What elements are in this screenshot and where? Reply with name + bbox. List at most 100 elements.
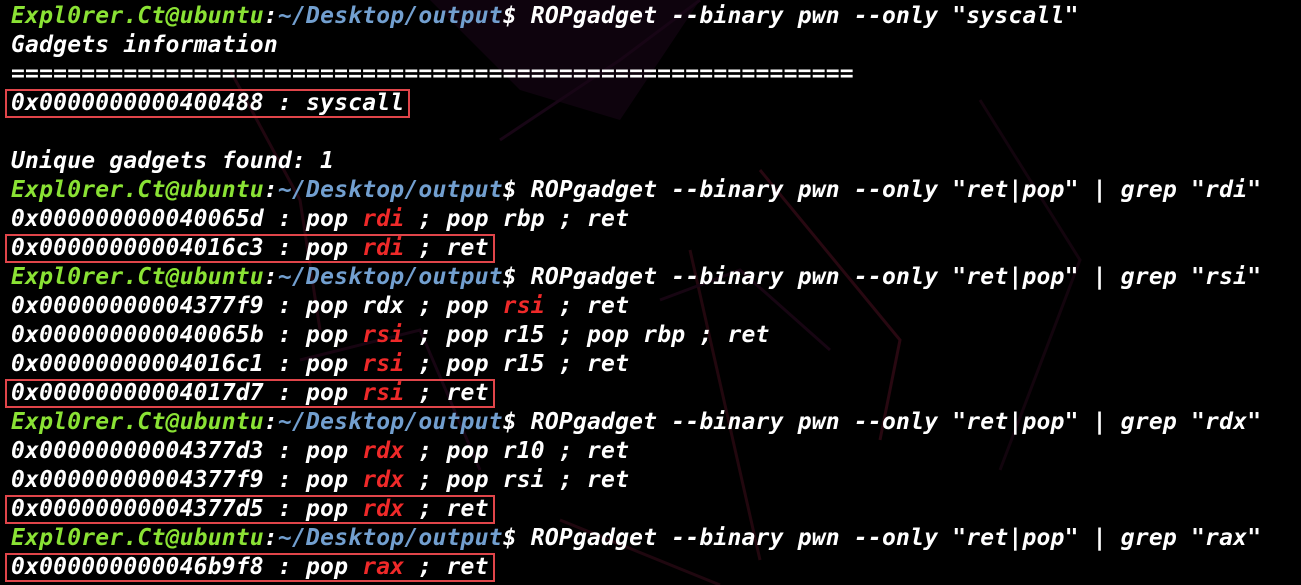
gadget-text: 0x00000000004377f9 : pop rdx ; pop rsi ;… <box>11 293 629 319</box>
prompt-dollar: $ <box>502 264 531 290</box>
gadget-instruction: ; ret <box>404 554 489 580</box>
gadget-instruction: ; ret <box>544 293 630 319</box>
terminal-output[interactable]: Expl0rer.Ct@ubuntu:~/Desktop/output$ ROP… <box>5 2 1296 582</box>
prompt-user: Expl0rer.Ct@ubuntu <box>11 177 264 203</box>
prompt-colon: : <box>263 177 278 203</box>
prompt-path: ~/Desktop/output <box>277 525 503 551</box>
gadget-line: 0x000000000040065b : pop rsi ; pop r15 ;… <box>11 321 1296 350</box>
prompt-dollar: $ <box>502 525 531 551</box>
register-match: rdx <box>362 438 405 464</box>
gadget-instruction: ; pop r15 ; pop rbp ; ret <box>404 322 770 348</box>
gadget-instruction: pop <box>306 467 363 493</box>
gadget-instruction: syscall <box>306 90 405 116</box>
gadget-address: 0x00000000004377d5 : <box>11 496 306 522</box>
prompt-line: Expl0rer.Ct@ubuntu:~/Desktop/output$ ROP… <box>11 2 1296 31</box>
gadget-address: 0x00000000004377f9 : <box>11 293 306 319</box>
prompt-colon: : <box>263 264 278 290</box>
prompt-line: Expl0rer.Ct@ubuntu:~/Desktop/output$ ROP… <box>11 263 1296 292</box>
gadget-instruction: ; ret <box>404 380 489 406</box>
gadget-instruction: ; ret <box>404 235 489 261</box>
gadget-instruction: pop <box>306 322 363 348</box>
highlight-box: 0x0000000000400488 : syscall <box>5 89 411 118</box>
gadget-address: 0x00000000004377d3 : <box>11 438 306 464</box>
prompt-colon: : <box>263 3 278 29</box>
gadget-text: 0x00000000004377d3 : pop rdx ; pop r10 ;… <box>11 438 629 464</box>
gadget-line-highlighted: 0x000000000046b9f8 : pop rax ; ret <box>5 553 1296 582</box>
prompt-line: Expl0rer.Ct@ubuntu:~/Desktop/output$ ROP… <box>11 408 1296 437</box>
register-match: rdx <box>362 496 405 522</box>
command-text: ROPgadget --binary pwn --only "syscall" <box>530 3 1079 29</box>
gadget-instruction: pop <box>306 206 363 232</box>
register-match: rsi <box>502 293 545 319</box>
gadget-line: 0x000000000040065d : pop rdi ; pop rbp ;… <box>11 205 1296 234</box>
highlight-box: 0x00000000004016c3 : pop rdi ; ret <box>5 234 495 263</box>
command-text: ROPgadget --binary pwn --only "ret|pop" … <box>530 409 1262 435</box>
prompt-path: ~/Desktop/output <box>277 409 503 435</box>
output-text: Unique gadgets found: 1 <box>11 148 335 174</box>
gadget-line-highlighted: 0x0000000000400488 : syscall <box>5 89 1296 118</box>
highlight-box: 0x00000000004377d5 : pop rdx ; ret <box>5 495 495 524</box>
gadget-instruction: pop <box>306 235 363 261</box>
gadget-instruction: pop <box>306 380 363 406</box>
terminal-window[interactable]: Expl0rer.Ct@ubuntu:~/Desktop/output$ ROP… <box>0 0 1301 585</box>
output-line: Gadgets information <box>11 31 1296 60</box>
gadget-text: 0x000000000040065d : pop rdi ; pop rbp ;… <box>11 206 629 232</box>
prompt-dollar: $ <box>502 177 531 203</box>
output-line: Unique gadgets found: 1 <box>11 147 1296 176</box>
gadget-text: 0x00000000004016c1 : pop rsi ; pop r15 ;… <box>11 351 629 377</box>
prompt-user: Expl0rer.Ct@ubuntu <box>11 3 264 29</box>
register-match: rax <box>362 554 405 580</box>
output-text: Gadgets information <box>11 32 278 58</box>
gadget-line: 0x00000000004016c1 : pop rsi ; pop r15 ;… <box>11 350 1296 379</box>
gadget-address: 0x000000000040065b : <box>11 322 306 348</box>
gadget-instruction: pop <box>306 438 363 464</box>
gadget-address: 0x000000000046b9f8 : <box>11 554 306 580</box>
register-match: rsi <box>362 351 405 377</box>
output-line: ========================================… <box>11 60 1296 89</box>
prompt-line: Expl0rer.Ct@ubuntu:~/Desktop/output$ ROP… <box>11 524 1296 553</box>
register-match: rdi <box>362 235 405 261</box>
gadget-address: 0x00000000004017d7 : <box>11 380 306 406</box>
highlight-box: 0x000000000046b9f8 : pop rax ; ret <box>5 553 495 582</box>
gadget-instruction: ; pop rsi ; ret <box>404 467 630 493</box>
prompt-user: Expl0rer.Ct@ubuntu <box>11 264 264 290</box>
gadget-address: 0x00000000004377f9 : <box>11 467 306 493</box>
gadget-line: 0x00000000004377d3 : pop rdx ; pop r10 ;… <box>11 437 1296 466</box>
prompt-user: Expl0rer.Ct@ubuntu <box>11 409 264 435</box>
output-text: ========================================… <box>11 61 854 87</box>
gadget-address: 0x00000000004016c3 : <box>11 235 306 261</box>
highlight-box: 0x00000000004017d7 : pop rsi ; ret <box>5 379 495 408</box>
prompt-path: ~/Desktop/output <box>277 264 503 290</box>
prompt-dollar: $ <box>502 3 531 29</box>
gadget-instruction: pop rdx ; pop <box>306 293 503 319</box>
prompt-colon: : <box>263 525 278 551</box>
prompt-path: ~/Desktop/output <box>277 3 503 29</box>
gadget-text: 0x00000000004377f9 : pop rdx ; pop rsi ;… <box>11 467 629 493</box>
gadget-address: 0x00000000004016c1 : <box>11 351 306 377</box>
register-match: rsi <box>362 380 405 406</box>
command-text: ROPgadget --binary pwn --only "ret|pop" … <box>530 525 1262 551</box>
prompt-line: Expl0rer.Ct@ubuntu:~/Desktop/output$ ROP… <box>11 176 1296 205</box>
gadget-instruction: pop <box>306 554 363 580</box>
gadget-instruction: ; ret <box>404 496 489 522</box>
register-match: rdx <box>362 467 405 493</box>
register-match: rdi <box>362 206 405 232</box>
register-match: rsi <box>362 322 405 348</box>
gadget-instruction: pop <box>306 351 363 377</box>
gadget-line: 0x00000000004377f9 : pop rdx ; pop rsi ;… <box>11 466 1296 495</box>
gadget-instruction: pop <box>306 496 363 522</box>
gadget-address: 0x000000000040065d : <box>11 206 306 232</box>
gadget-address: 0x0000000000400488 : <box>11 90 306 116</box>
prompt-path: ~/Desktop/output <box>277 177 503 203</box>
prompt-dollar: $ <box>502 409 531 435</box>
gadget-text: 0x000000000040065b : pop rsi ; pop r15 ;… <box>11 322 770 348</box>
gadget-line-highlighted: 0x00000000004017d7 : pop rsi ; ret <box>5 379 1296 408</box>
prompt-user: Expl0rer.Ct@ubuntu <box>11 525 264 551</box>
gadget-line: 0x00000000004377f9 : pop rdx ; pop rsi ;… <box>11 292 1296 321</box>
gadget-line-highlighted: 0x00000000004016c3 : pop rdi ; ret <box>5 234 1296 263</box>
gadget-instruction: ; pop r15 ; ret <box>404 351 630 377</box>
gadget-line-highlighted: 0x00000000004377d5 : pop rdx ; ret <box>5 495 1296 524</box>
gadget-instruction: ; pop r10 ; ret <box>404 438 630 464</box>
command-text: ROPgadget --binary pwn --only "ret|pop" … <box>530 177 1262 203</box>
